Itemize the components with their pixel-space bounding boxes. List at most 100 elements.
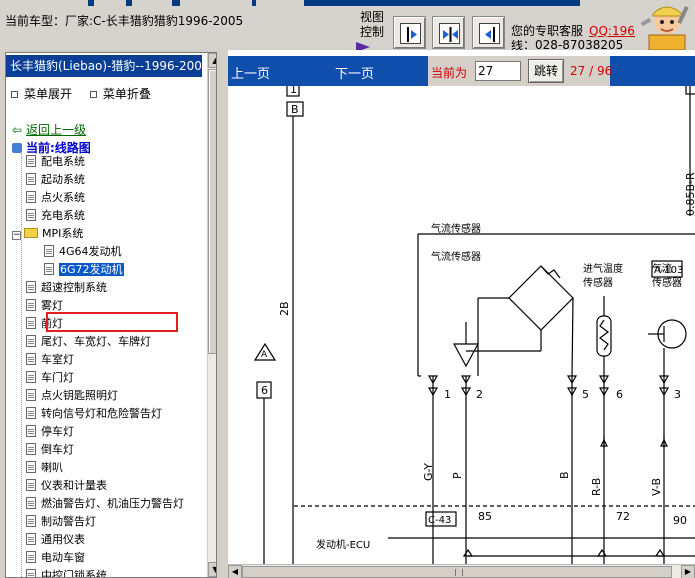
tree-connector-line — [21, 153, 22, 577]
tree-item[interactable]: 点火钥匙照明灯 — [26, 387, 118, 405]
document-icon — [26, 551, 36, 563]
tree-item[interactable]: 电动车窗 — [26, 549, 85, 567]
diagram-label-pin-3: 3 — [674, 388, 681, 401]
expand-menu-button[interactable]: 菜单展开 — [11, 85, 72, 102]
diagram-label-connector-1: 1 — [290, 86, 297, 96]
scroll-thumb[interactable] — [242, 566, 672, 578]
diagram-label-wire-p: P — [451, 472, 464, 479]
tree-item[interactable]: 点火系统 — [26, 189, 85, 207]
tree-item[interactable]: 起动系统 — [26, 171, 85, 189]
top-bar: 当前车型：厂家:C-长丰猎豹猎豹1996-2005 视图 控制 您的专职客服 Q… — [0, 0, 695, 52]
diagram-label-pin-5: 5 — [582, 388, 589, 401]
tree-item[interactable]: 4G64发动机 — [44, 243, 122, 261]
tree-item-label: 车门灯 — [41, 371, 74, 384]
collapse-minus-icon[interactable]: − — [12, 231, 21, 240]
tree-item-label: 仪表和计量表 — [41, 479, 107, 492]
view-split-button[interactable] — [432, 16, 465, 49]
tree-item[interactable]: 中控门锁系统 — [26, 567, 107, 578]
scroll-right-icon[interactable]: ▶ — [681, 565, 695, 578]
scroll-thumb[interactable] — [208, 69, 216, 354]
mechanic-mascot-icon — [635, 0, 695, 50]
document-icon — [26, 191, 36, 203]
tree-item[interactable]: 燃油警告灯、机油压力警告灯 — [26, 495, 184, 513]
back-link[interactable]: ⇦ 返回上一级 — [12, 121, 86, 138]
tree-item-label: 转向信号灯和危险警告灯 — [41, 407, 162, 420]
scroll-up-icon[interactable]: ▲ — [208, 53, 216, 68]
arrow-left-icon — [485, 27, 495, 42]
collapse-menu-button[interactable]: 菜单折叠 — [89, 85, 151, 102]
diagram-label-conn-c43: C-43 — [428, 515, 451, 526]
tree-item-label: 配电系统 — [41, 155, 85, 168]
prev-page-link[interactable]: 上一页 — [231, 63, 270, 82]
collapse-menu-label: 菜单折叠 — [102, 87, 151, 101]
document-icon — [26, 173, 36, 185]
tree-item[interactable]: 配电系统 — [26, 153, 85, 171]
square-icon — [89, 91, 97, 98]
tree-item-label: 点火系统 — [41, 191, 85, 204]
diagram-label-wire-vb: V-B — [650, 478, 663, 496]
tree-item[interactable]: 仪表和计量表 — [26, 477, 107, 495]
document-icon — [26, 317, 36, 329]
tree-item-label: 喇叭 — [41, 461, 63, 474]
tree-item-label: 雾灯 — [41, 299, 63, 312]
tree-item[interactable]: 转向信号灯和危险警告灯 — [26, 405, 162, 423]
wiring-diagram: 1 B 2B A 6 G-Y P B R-B V-B 0.85B-R A-103… — [228, 86, 695, 564]
tree-item[interactable]: 制动警告灯 — [26, 513, 96, 531]
page-jump-box: 当前为 跳转 27 / 96 — [428, 56, 612, 86]
scroll-down-icon[interactable]: ▼ — [208, 562, 216, 577]
document-icon — [26, 497, 36, 509]
document-icon — [44, 245, 54, 257]
selection-highlight-box — [46, 312, 178, 332]
qq-link[interactable]: QQ:196 — [589, 24, 635, 38]
service-label: 您的专职客服 — [511, 24, 584, 38]
tree-item-label: 停车灯 — [41, 425, 74, 438]
folder-open-icon — [24, 228, 38, 238]
back-label: 返回上一级 — [26, 123, 87, 137]
tree-item-selected[interactable]: 6G72发动机 — [44, 261, 124, 279]
page-navigation: 上一页 下一页 当前为 跳转 27 / 96 — [228, 56, 695, 86]
tree-item-label: 尾灯、车宽灯、车牌灯 — [41, 335, 151, 348]
diagram-label-wire-085br: 0.85B-R — [684, 172, 695, 216]
tree-item[interactable]: 通用仪表 — [26, 531, 85, 549]
tree-item[interactable]: 尾灯、车宽灯、车牌灯 — [26, 333, 151, 351]
current-vehicle-label: 当前车型：厂家:C-长丰猎豹猎豹1996-2005 — [5, 14, 244, 28]
tree-item[interactable]: 充电系统 — [26, 207, 85, 225]
diagram-label-pin-72: 72 — [616, 510, 630, 523]
tree-item-label: 车室灯 — [41, 353, 74, 366]
tree-item[interactable]: 车门灯 — [26, 369, 74, 387]
current-page-label: 当前为 — [431, 66, 468, 80]
tree-item[interactable]: 喇叭 — [26, 459, 63, 477]
tree-item[interactable]: 倒车灯 — [26, 441, 74, 459]
view-back-button[interactable] — [472, 16, 505, 49]
tree-item-label: 倒车灯 — [41, 443, 74, 456]
diagram-label-wire-2b: 2B — [278, 301, 291, 316]
page-number-input[interactable] — [475, 61, 521, 81]
diagram-label-pin-2: 2 — [476, 388, 483, 401]
next-page-link[interactable]: 下一页 — [335, 63, 374, 82]
diagram-label-pin-1: 1 — [444, 388, 451, 401]
tree-item[interactable]: 停车灯 — [26, 423, 74, 441]
diagram-label-connector-b: B — [291, 103, 299, 116]
tree-vertical-scrollbar[interactable]: ▲ ▼ — [207, 53, 216, 577]
diagram-horizontal-scrollbar[interactable]: ◀ ▶ — [228, 564, 695, 578]
tree-item-label: 中控门锁系统 — [41, 569, 107, 578]
document-icon — [26, 299, 36, 311]
split-arrows-icon — [443, 27, 458, 42]
view-control-line2: 控制 — [359, 25, 384, 39]
scroll-grip — [455, 569, 463, 576]
tree-item[interactable]: 车室灯 — [26, 351, 74, 369]
document-icon — [26, 443, 36, 455]
document-icon — [26, 479, 36, 491]
jump-button[interactable]: 跳转 — [528, 59, 564, 83]
diagram-label-connector-a: A — [261, 350, 268, 360]
view-forward-button[interactable] — [393, 16, 426, 49]
tree-item[interactable]: 超速控制系统 — [26, 279, 107, 297]
diagram-label-pin-6: 6 — [616, 388, 623, 401]
diagram-label-wire-rb: R-B — [590, 478, 603, 496]
tree-item-label: 点火钥匙照明灯 — [41, 389, 118, 402]
tree-folder[interactable]: − MPI系统 — [12, 225, 83, 243]
diagram-label-flow-sensor-1: 气流 — [652, 262, 672, 275]
scroll-left-icon[interactable]: ◀ — [228, 565, 242, 578]
diagram-icon — [12, 143, 22, 153]
document-icon — [26, 569, 36, 577]
